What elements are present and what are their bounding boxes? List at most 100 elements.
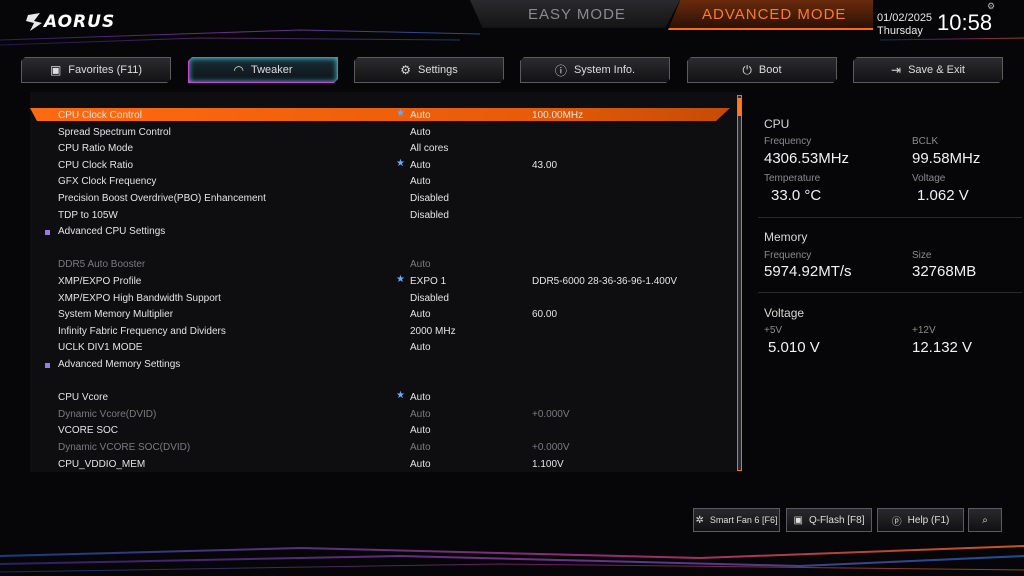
tab-favorites[interactable]: ▣ Favorites (F11)	[21, 57, 171, 83]
favorite-star-icon[interactable]: ★	[396, 158, 405, 169]
setting-row[interactable]: System Memory Multiplier Auto 60.00	[30, 307, 730, 323]
qflash-label: Q-Flash [F8]	[808, 514, 865, 526]
gear-icon: ⚙	[400, 63, 411, 77]
tab-system-info[interactable]: ⓘ System Info.	[520, 57, 670, 83]
setting-row[interactable]: CPU Vcore ★ Auto	[30, 390, 730, 406]
v5-label: +5V	[764, 325, 783, 336]
search-button[interactable]: ⌕	[968, 508, 1002, 532]
setting-label: CPU_VDDIO_MEM	[58, 458, 146, 470]
favorite-star-icon[interactable]: ★	[396, 108, 405, 119]
advanced-mode-label: ADVANCED MODE	[702, 6, 847, 23]
setting-row[interactable]: UCLK DIV1 MODE Auto	[30, 340, 730, 356]
setting-value[interactable]: Auto	[410, 259, 431, 270]
settings-spacer	[30, 374, 730, 390]
setting-value[interactable]: All cores	[410, 143, 448, 154]
date-text: 01/02/2025	[877, 12, 933, 24]
setting-value[interactable]: Auto	[410, 459, 431, 470]
voltage-section-title: Voltage	[764, 306, 805, 320]
setting-row[interactable]: Infinity Fabric Frequency and Dividers 20…	[30, 324, 730, 340]
setting-current-value: 100.00MHz	[532, 110, 584, 121]
cpu-frequency-label: Frequency	[764, 136, 812, 147]
help-button[interactable]: ⓟ Help (F1)	[877, 508, 964, 532]
tab-tweaker-label: Tweaker	[250, 64, 293, 76]
setting-value[interactable]: Auto	[410, 392, 431, 403]
setting-row[interactable]: CPU Clock Ratio ★ Auto 43.00	[30, 158, 730, 174]
cpu-temperature-label: Temperature	[764, 173, 821, 184]
tab-boot-label: Boot	[758, 64, 782, 76]
tab-favorites-label: Favorites (F11)	[68, 64, 143, 76]
setting-value[interactable]: Auto	[410, 409, 431, 420]
monitor-divider	[758, 217, 1022, 218]
clock-time: 10:58	[937, 10, 993, 35]
setting-row[interactable]: Dynamic Vcore(DVID) Auto +0.000V	[30, 407, 730, 423]
setting-value[interactable]: Auto	[410, 425, 431, 436]
qflash-icon: ▣	[793, 514, 803, 526]
setting-row[interactable]: CPU_VDDIO_MEM Auto 1.100V	[30, 457, 730, 473]
qflash-button[interactable]: ▣ Q-Flash [F8]	[786, 508, 872, 532]
setting-label: XMP/EXPO High Bandwidth Support	[58, 292, 221, 304]
setting-label: Spread Spectrum Control	[58, 126, 171, 138]
date-display: 01/02/2025 Thursday	[877, 12, 932, 38]
setting-label: Dynamic VCORE SOC(DVID)	[58, 442, 191, 453]
advanced-mode-button[interactable]: ADVANCED MODE	[668, 0, 873, 30]
setting-label: CPU Clock Ratio	[58, 159, 134, 171]
setting-current-value: 1.100V	[532, 458, 564, 470]
setting-row[interactable]: Dynamic VCORE SOC(DVID) Auto +0.000V	[30, 440, 730, 456]
setting-label: VCORE SOC	[58, 425, 119, 437]
memory-frequency-label: Frequency	[764, 250, 812, 261]
search-icon: ⌕	[982, 514, 988, 526]
help-label: Help (F1)	[907, 514, 950, 526]
setting-row[interactable]: VCORE SOC Auto	[30, 423, 730, 439]
setting-label: Advanced CPU Settings	[58, 226, 166, 238]
favorites-icon: ▣	[49, 63, 62, 77]
setting-row[interactable]: Spread Spectrum Control Auto	[30, 125, 730, 141]
cpu-voltage-value: 1.062 V	[917, 187, 969, 204]
setting-value[interactable]: Auto	[410, 127, 431, 138]
tab-tweaker[interactable]: ◠ Tweaker	[188, 57, 338, 83]
setting-value[interactable]: Disabled	[410, 193, 449, 204]
setting-value[interactable]: Auto	[410, 110, 431, 121]
smart-fan-button[interactable]: ✲ Smart Fan 6 [F6]	[693, 508, 780, 532]
tab-save-exit[interactable]: ⇥ Save & Exit	[853, 57, 1003, 83]
setting-value[interactable]: Disabled	[410, 293, 449, 304]
favorite-star-icon[interactable]: ★	[396, 274, 405, 285]
setting-row[interactable]: DDR5 Auto Booster Auto	[30, 257, 730, 273]
setting-value[interactable]: EXPO 1	[410, 276, 446, 287]
setting-row[interactable]: XMP/EXPO Profile ★ EXPO 1 DDR5-6000 28-36-3…	[30, 274, 730, 290]
setting-row[interactable]: XMP/EXPO High Bandwidth Support Disabled	[30, 291, 730, 307]
setting-row[interactable]: TDP to 105W Disabled	[30, 208, 730, 224]
setting-label: UCLK DIV1 MODE	[58, 342, 143, 354]
setting-label: System Memory Multiplier	[58, 309, 174, 321]
setting-value[interactable]: Disabled	[410, 210, 449, 221]
setting-value[interactable]: Auto	[410, 176, 431, 187]
settings-spacer	[30, 241, 730, 257]
submenu-item[interactable]: Advanced Memory Settings	[30, 357, 730, 373]
speedometer-icon: ◠	[233, 63, 244, 77]
setting-label: Infinity Fabric Frequency and Dividers	[58, 325, 226, 337]
v12-value: 12.132 V	[912, 339, 973, 356]
settings-gear-icon[interactable]: ⚙	[987, 1, 995, 12]
submenu-item[interactable]: Advanced CPU Settings	[30, 224, 730, 240]
setting-row[interactable]: Precision Boost Overdrive(PBO) Enhanceme…	[30, 191, 730, 207]
setting-current-value: +0.000V	[532, 408, 570, 420]
easy-mode-button[interactable]: EASY MODE	[470, 0, 680, 28]
setting-value[interactable]: Auto	[410, 442, 431, 453]
favorite-star-icon[interactable]: ★	[396, 390, 405, 401]
exit-icon: ⇥	[891, 63, 902, 77]
setting-value[interactable]: Auto	[410, 309, 431, 320]
tab-boot[interactable]: ⏻ Boot	[687, 57, 837, 83]
setting-value[interactable]: 2000 MHz	[410, 326, 456, 337]
setting-value[interactable]: Auto	[410, 160, 431, 171]
setting-row[interactable]: CPU Ratio Mode All cores	[30, 141, 730, 157]
v12-label: +12V	[912, 325, 936, 336]
scrollbar-thumb[interactable]	[738, 98, 741, 116]
tab-settings[interactable]: ⚙ Settings	[354, 57, 504, 83]
settings-scrollbar[interactable]	[737, 95, 742, 471]
setting-row[interactable]: CPU Clock Control ★ Auto 100.00MHz	[30, 108, 730, 121]
submenu-bullet-icon	[45, 230, 50, 236]
smart-fan-label: Smart Fan 6 [F6]	[709, 515, 778, 525]
setting-row[interactable]: GFX Clock Frequency Auto	[30, 174, 730, 190]
setting-value[interactable]: Auto	[410, 342, 431, 353]
memory-frequency-value: 5974.92MT/s	[764, 263, 852, 280]
cpu-frequency-value: 4306.53MHz	[764, 150, 850, 167]
